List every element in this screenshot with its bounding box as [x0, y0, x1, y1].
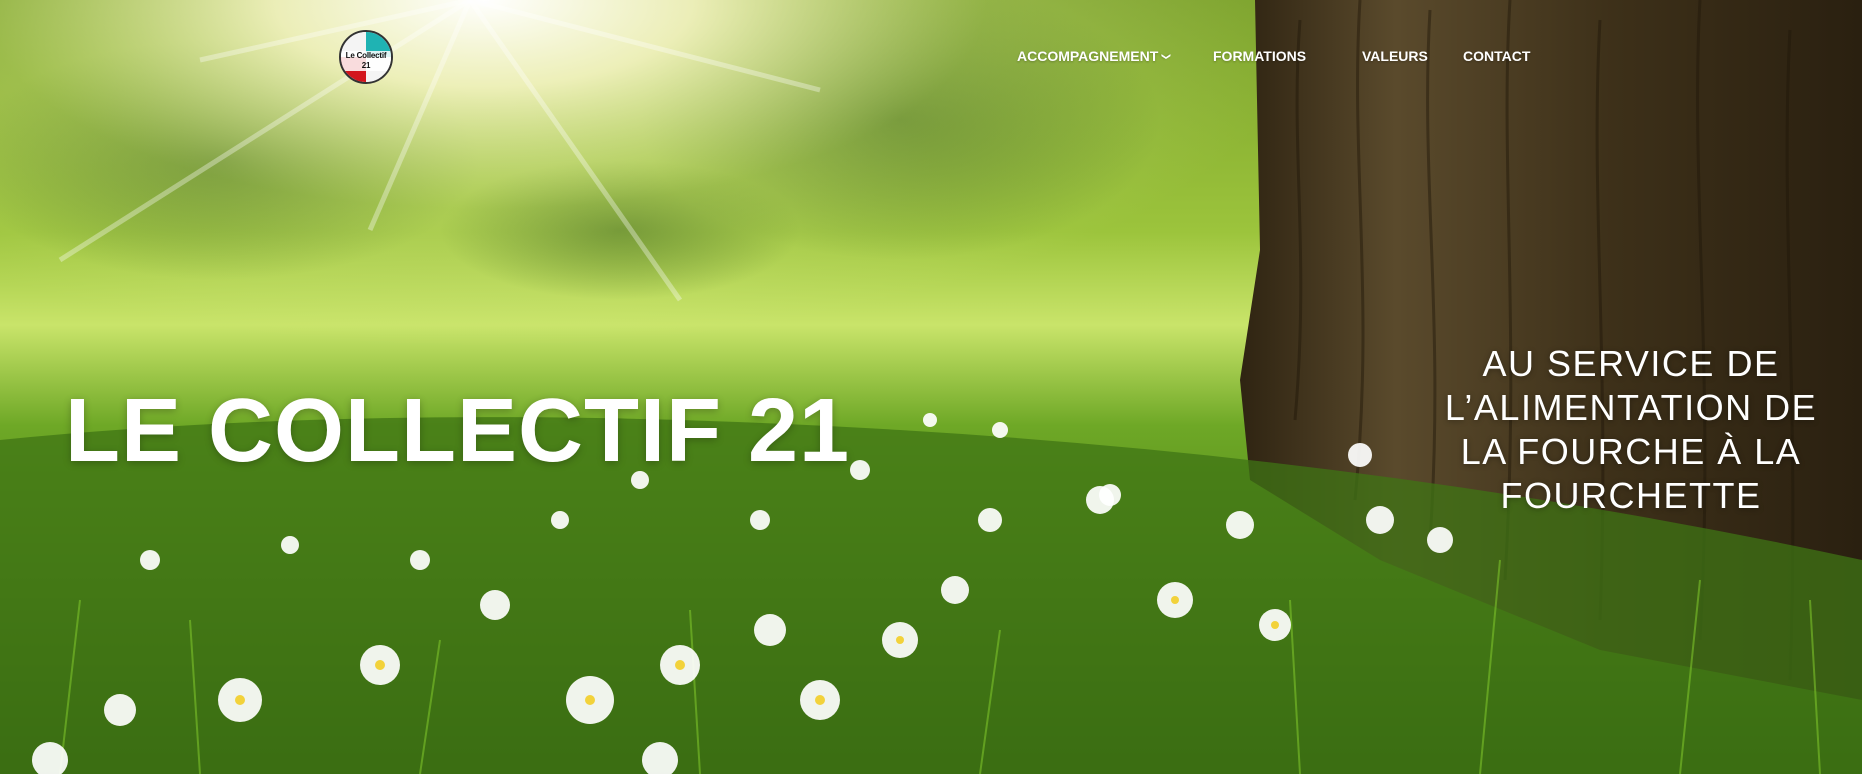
chevron-down-icon: ❯ [1161, 52, 1172, 61]
nav-item-label: VALEURS [1362, 48, 1428, 64]
hero-title: LE COLLECTIF 21 [65, 381, 851, 481]
nav-item-contact[interactable]: CONTACT [1463, 48, 1530, 64]
nav-item-formations[interactable]: FORMATIONS [1213, 48, 1306, 64]
nav-item-label: FORMATIONS [1213, 48, 1307, 64]
nav-item-accompagnement[interactable]: ACCOMPAGNEMENT ❯ [1017, 48, 1172, 64]
logo-text: Le Collectif 21 [341, 51, 391, 71]
nav-item-label: CONTACT [1463, 48, 1531, 64]
nav-item-valeurs[interactable]: VALEURS [1362, 48, 1428, 64]
site-logo[interactable]: Le Collectif 21 [339, 30, 393, 84]
nav-item-label: ACCOMPAGNEMENT [1017, 48, 1159, 64]
hero-banner: Le Collectif 21 ACCOMPAGNEMENT ❯ FORMATIO… [0, 0, 1862, 774]
hero-subtitle: AU SERVICE DE L’ALIMENTATION DE LA FOURC… [1444, 343, 1818, 516]
